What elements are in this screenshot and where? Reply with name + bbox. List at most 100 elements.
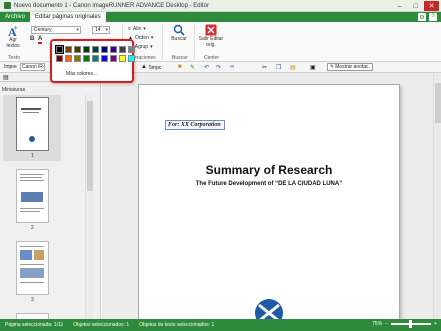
- color-swatch[interactable]: [119, 46, 126, 53]
- thumbnail-item-4[interactable]: [3, 311, 61, 319]
- color-swatch[interactable]: [128, 55, 135, 62]
- separator: [162, 24, 163, 60]
- color-swatch[interactable]: [74, 46, 81, 53]
- chevron-down-icon: ▾: [143, 26, 146, 32]
- font-color-icon: A: [38, 36, 43, 44]
- thumbnail-page-3[interactable]: [16, 241, 49, 295]
- color-swatch[interactable]: [101, 55, 108, 62]
- color-swatch[interactable]: [74, 55, 81, 62]
- cut-icon[interactable]: ✂: [262, 64, 267, 71]
- color-swatch[interactable]: [92, 46, 99, 53]
- search-button[interactable]: Buscar: [168, 24, 190, 42]
- stamp-icon[interactable]: ▣: [310, 64, 316, 71]
- color-swatch[interactable]: [83, 46, 90, 53]
- options-icon[interactable]: ⚙: [418, 13, 426, 21]
- color-swatch[interactable]: [65, 46, 72, 53]
- alignment-label: Alin: [132, 26, 142, 32]
- group-label-text: Texto: [8, 55, 20, 61]
- tab-bar-right: ⚙ ?: [418, 13, 437, 21]
- more-colors-link[interactable]: Más colores...: [66, 71, 97, 77]
- paste-icon[interactable]: ▤: [290, 64, 296, 71]
- color-swatch[interactable]: [65, 55, 72, 62]
- printer-label: Impre: [4, 64, 17, 70]
- annotation-icon: ✎: [330, 64, 335, 70]
- open-icon[interactable]: ■: [178, 64, 182, 70]
- color-swatch[interactable]: [110, 55, 117, 62]
- printer-select[interactable]: Canon iR-A: [20, 63, 45, 71]
- order-label: Orden: [134, 35, 149, 41]
- font-color-button[interactable]: A: [38, 36, 43, 44]
- scrollbar-thumb[interactable]: [435, 83, 441, 123]
- thumbnail-list: 1 2 3: [0, 95, 93, 319]
- add-text-button[interactable]: A + Agr textos: [4, 25, 22, 49]
- color-swatch[interactable]: [92, 55, 99, 62]
- exit-icon: [205, 24, 217, 36]
- color-swatch[interactable]: [83, 55, 90, 62]
- search-label: Buscar: [171, 36, 187, 42]
- tab-edit-original-pages[interactable]: Editar páginas originales: [30, 12, 106, 22]
- link-icon[interactable]: ∞: [230, 64, 234, 70]
- exit-label: Salir Editar orig.: [198, 36, 224, 48]
- maximize-button[interactable]: □: [408, 1, 423, 11]
- thumbnail-page-number: 3: [31, 297, 34, 303]
- zoom-slider[interactable]: [391, 320, 432, 328]
- tab-thumbnails[interactable]: Miniaturas: [2, 87, 25, 93]
- font-name-combo[interactable]: Century ▾: [31, 26, 81, 34]
- thumbnail-tabs: Miniaturas: [0, 82, 101, 93]
- color-swatch[interactable]: [56, 55, 63, 62]
- zoom-in-icon[interactable]: +: [434, 321, 437, 327]
- thumbnail-page-number: 1: [31, 153, 34, 159]
- document-scrollbar[interactable]: [433, 73, 441, 319]
- font-color-popup: Más colores...: [50, 39, 135, 83]
- window-title: Nuevo documento 1 - Canon imageRUNNER AD…: [14, 2, 209, 9]
- minimize-button[interactable]: –: [392, 1, 407, 11]
- color-swatch[interactable]: [128, 46, 135, 53]
- close-button[interactable]: ✕: [424, 1, 439, 11]
- color-swatch[interactable]: [119, 55, 126, 62]
- search-icon: [173, 24, 185, 36]
- tab-archivo[interactable]: Archivo: [0, 12, 30, 22]
- font-name-value: Century: [34, 27, 52, 33]
- document-subtitle: The Future Development of “DE LA CIUDAD …: [195, 181, 343, 187]
- help-icon[interactable]: ?: [429, 13, 437, 21]
- document-view: For: XX Corporation Summary of Research …: [102, 73, 441, 319]
- title-bar: Nuevo documento 1 - Canon imageRUNNER AD…: [0, 0, 441, 12]
- zoom-out-icon[interactable]: −: [385, 321, 388, 327]
- color-swatch[interactable]: [101, 46, 108, 53]
- thumbnail-view-icon[interactable]: ▤: [3, 74, 9, 81]
- show-annotations-button[interactable]: ✎ Mostrar anotac.: [327, 63, 373, 71]
- exit-edit-original-button[interactable]: Salir Editar orig.: [198, 24, 224, 48]
- font-size-combo[interactable]: 14 ▾: [92, 26, 110, 34]
- text-annotation[interactable]: For: XX Corporation: [165, 120, 225, 130]
- thumbnail-item-2[interactable]: 2: [3, 167, 61, 233]
- copy-icon[interactable]: ❐: [276, 64, 281, 71]
- thumbnail-item-1[interactable]: 1: [3, 95, 61, 161]
- scrollbar-thumb[interactable]: [87, 101, 93, 191]
- separator: [194, 24, 195, 60]
- status-text-objects-selected: Objetos de texto seleccionados: 1: [139, 322, 215, 328]
- color-swatch[interactable]: [55, 45, 64, 54]
- bold-icon: B: [30, 36, 35, 42]
- thumbnail-page-number: 2: [31, 225, 34, 231]
- status-page-selected: Página seleccionada: 1/11: [5, 322, 64, 328]
- thumbnail-scrollbar[interactable]: [85, 95, 93, 319]
- chevron-down-icon: ▾: [76, 27, 79, 33]
- edit-icon[interactable]: ✎: [190, 64, 195, 71]
- undo-icon[interactable]: ↶: [204, 64, 209, 71]
- window-controls: – □ ✕: [392, 1, 439, 11]
- document-title: Summary of Research: [205, 163, 333, 177]
- thumbnail-page-2[interactable]: [16, 169, 49, 223]
- thumbnail-item-3[interactable]: 3: [3, 239, 61, 305]
- chevron-down-icon: ▾: [105, 27, 108, 33]
- page-up-icon[interactable]: ▲: [141, 64, 147, 70]
- zoom-slider-handle[interactable]: [409, 320, 413, 328]
- thumbnail-page-1[interactable]: [16, 97, 49, 151]
- steps-label[interactable]: 5mpc: [149, 65, 161, 71]
- alignment-button[interactable]: ≡ Alin ▾: [128, 26, 146, 32]
- add-text-icon: A +: [8, 25, 18, 37]
- color-swatch[interactable]: [110, 46, 117, 53]
- ribbon-tab-bar: Archivo Editar páginas originales ⚙ ?: [0, 12, 441, 22]
- company-logo-icon: [255, 299, 283, 319]
- redo-icon[interactable]: ↷: [216, 64, 221, 71]
- bold-button[interactable]: B: [30, 36, 34, 42]
